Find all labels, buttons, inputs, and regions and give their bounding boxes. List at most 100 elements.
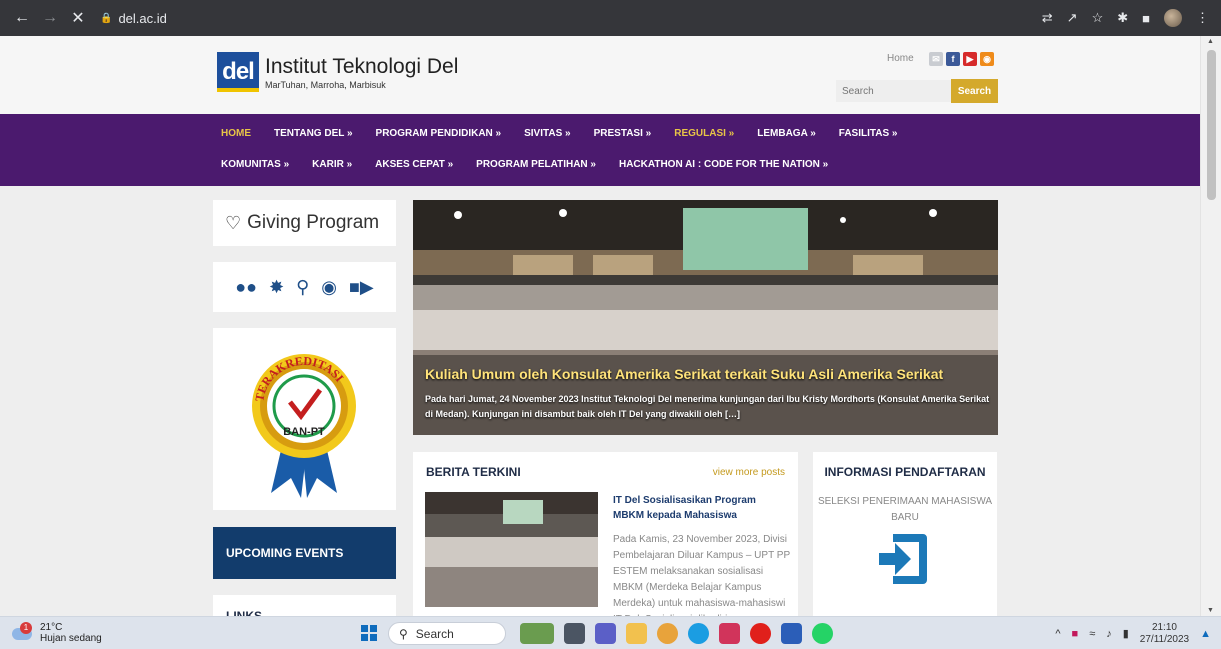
nav-item-komunitas[interactable]: KOMUNITAS » — [221, 159, 289, 170]
site-logo[interactable]: del — [217, 52, 259, 92]
chat-app-icon[interactable] — [595, 623, 616, 644]
news-thumbnail[interactable] — [425, 492, 598, 607]
latest-news-heading: BERITA TERKINI — [426, 465, 521, 479]
nav-item-home[interactable]: HOME — [221, 128, 251, 139]
bookmark-star-icon[interactable]: ☆ — [1092, 10, 1104, 26]
browser-toolbar: ← → ✕ 🔒 del.ac.id ⇄ ↗ ☆ ✱ ■ ⋮ — [0, 0, 1221, 36]
home-link[interactable]: Home — [887, 53, 914, 64]
volume-icon[interactable]: ♪ — [1106, 628, 1112, 640]
sign-in-icon[interactable] — [877, 530, 929, 588]
hero-slider[interactable]: Kuliah Umum oleh Konsulat Amerika Serika… — [413, 200, 998, 435]
taskbar-search-label: Search — [415, 626, 454, 641]
nav-row-1: HOME TENTANG DEL » PROGRAM PENDIDIKAN » … — [221, 128, 920, 139]
start-button[interactable] — [361, 625, 377, 641]
profile-avatar[interactable] — [1164, 9, 1182, 27]
nav-item-lembaga[interactable]: LEMBAGA » — [757, 128, 816, 139]
taskbar-search[interactable]: ⚲ Search — [388, 622, 506, 645]
news-excerpt: Pada Kamis, 23 November 2023, Divisi Pem… — [613, 534, 790, 616]
battery-icon[interactable]: ▮ — [1123, 627, 1129, 640]
nav-item-akses-cepat[interactable]: AKSES CEPAT » — [375, 159, 453, 170]
nav-item-regulasi[interactable]: REGULASI » — [674, 128, 734, 139]
upcoming-events-heading: UPCOMING EVENTS — [213, 527, 396, 579]
tray-app-icon[interactable]: ■ — [1072, 628, 1079, 640]
share-icon[interactable]: ↗ — [1067, 10, 1078, 26]
site-header: del Institut Teknologi Del MarTuhan, Mar… — [0, 36, 1200, 114]
stop-loading-icon[interactable]: ✕ — [66, 6, 90, 30]
temperature: 21°C — [40, 622, 63, 633]
task-view-icon[interactable] — [564, 623, 585, 644]
file-explorer-icon[interactable] — [626, 623, 647, 644]
nav-item-program-pendidikan[interactable]: PROGRAM PENDIDIKAN » — [376, 128, 502, 139]
youtube-icon[interactable]: ▶ — [963, 52, 977, 66]
side-panel-icon[interactable]: ■ — [1142, 11, 1150, 26]
mail-icon[interactable]: ✉ — [929, 52, 943, 66]
rss-icon[interactable]: ◉ — [980, 52, 994, 66]
links-heading: LINKS — [213, 595, 396, 616]
system-tray: ^ ■ ≈ ♪ ▮ 21:10 27/11/2023 ▲ — [1055, 617, 1211, 649]
hero-title[interactable]: Kuliah Umum oleh Konsulat Amerika Serika… — [425, 366, 943, 382]
search-input[interactable] — [836, 80, 951, 102]
ban-pt-seal-icon: TERAKREDITASI BAN-PT — [252, 354, 356, 498]
page-scrollbar[interactable]: ▲ ▼ — [1200, 36, 1221, 616]
logo-text: del — [222, 58, 255, 85]
nav-item-sivitas[interactable]: SIVITAS » — [524, 128, 571, 139]
search-button[interactable]: Search — [951, 79, 998, 103]
notification-bell-icon[interactable]: ▲ — [1200, 628, 1211, 640]
map-marker-icon[interactable]: ⚲ — [296, 277, 309, 298]
scroll-down-icon[interactable]: ▼ — [1207, 607, 1214, 614]
scrollbar-thumb[interactable] — [1207, 50, 1216, 200]
wifi-icon[interactable]: ≈ — [1089, 628, 1095, 640]
nav-item-prestasi[interactable]: PRESTASI » — [594, 128, 652, 139]
weather-badge: 1 — [20, 622, 32, 634]
site-title[interactable]: Institut Teknologi Del — [265, 55, 458, 79]
social-links: ✉ f ▶ ◉ — [929, 52, 994, 66]
clock-date: 27/11/2023 — [1139, 633, 1190, 645]
comments-icon[interactable]: ◉ — [321, 277, 337, 298]
weather-condition: Hujan sedang — [40, 633, 102, 644]
address-bar[interactable]: 🔒 del.ac.id — [100, 11, 167, 26]
facebook-icon[interactable]: f — [946, 52, 960, 66]
users-icon[interactable]: ●● — [235, 277, 257, 298]
chrome-icon[interactable] — [657, 623, 678, 644]
translate-icon[interactable]: ⇄ — [1042, 10, 1053, 26]
scroll-up-icon[interactable]: ▲ — [1207, 38, 1214, 45]
word-icon[interactable] — [781, 623, 802, 644]
chevron-up-icon[interactable]: ^ — [1055, 628, 1060, 640]
badge-icon[interactable]: ✸ — [269, 277, 284, 298]
forward-icon[interactable]: → — [38, 6, 62, 30]
nav-item-program-pelatihan[interactable]: PROGRAM PELATIHAN » — [476, 159, 596, 170]
security-app-icon[interactable] — [719, 623, 740, 644]
web-page: del Institut Teknologi Del MarTuhan, Mar… — [0, 36, 1200, 616]
nav-item-fasilitas[interactable]: FASILITAS » — [839, 128, 898, 139]
video-camera-icon[interactable]: ■▶ — [349, 277, 374, 298]
news-headline[interactable]: IT Del Sosialisasikan Program MBKM kepad… — [613, 493, 788, 523]
lock-icon: 🔒 — [100, 12, 113, 24]
menu-kebab-icon[interactable]: ⋮ — [1196, 10, 1209, 26]
nav-row-2: KOMUNITAS » KARIR » AKSES CEPAT » PROGRA… — [221, 159, 851, 170]
registration-info-text[interactable]: SELEKSI PENERIMAAN MAHASISWA BARU — [813, 494, 997, 526]
whatsapp-icon[interactable] — [812, 623, 833, 644]
extensions-icon[interactable]: ✱ — [1117, 10, 1128, 26]
back-icon[interactable]: ← — [10, 6, 34, 30]
opera-icon[interactable] — [750, 623, 771, 644]
clock-time: 21:10 — [1151, 621, 1177, 633]
clock[interactable]: 21:10 27/11/2023 — [1140, 622, 1189, 646]
nav-item-tentang-del[interactable]: TENTANG DEL » — [274, 128, 353, 139]
url-text: del.ac.id — [118, 10, 167, 26]
nav-item-karir[interactable]: KARIR » — [312, 159, 352, 170]
widgets-app-icon[interactable] — [520, 623, 554, 644]
search-icon: ⚲ — [399, 626, 408, 641]
registration-info-panel: INFORMASI PENDAFTARAN SELEKSI PENERIMAAN… — [813, 452, 997, 616]
main-navigation: HOME TENTANG DEL » PROGRAM PENDIDIKAN » … — [0, 114, 1200, 186]
accreditation-badge[interactable]: TERAKREDITASI BAN-PT — [213, 328, 396, 510]
view-more-posts-link[interactable]: view more posts — [713, 467, 785, 478]
edge-icon[interactable] — [688, 623, 709, 644]
nav-item-hackathon-ai[interactable]: HACKATHON AI : CODE FOR THE NATION » — [619, 159, 828, 170]
windows-taskbar: 1 21°C Hujan sedang ⚲ Search ^ ■ ≈ ♪ ▮ 2… — [0, 616, 1221, 649]
weather-widget[interactable]: 1 21°C Hujan sedang — [12, 622, 102, 644]
giving-program-link[interactable]: ♡ Giving Program — [213, 200, 396, 246]
rain-cloud-icon: 1 — [12, 622, 34, 642]
quick-icons: ●● ✸ ⚲ ◉ ■▶ — [213, 262, 396, 312]
heart-icon: ♡ — [225, 212, 242, 233]
hero-excerpt: Pada hari Jumat, 24 November 2023 Instit… — [425, 394, 990, 419]
